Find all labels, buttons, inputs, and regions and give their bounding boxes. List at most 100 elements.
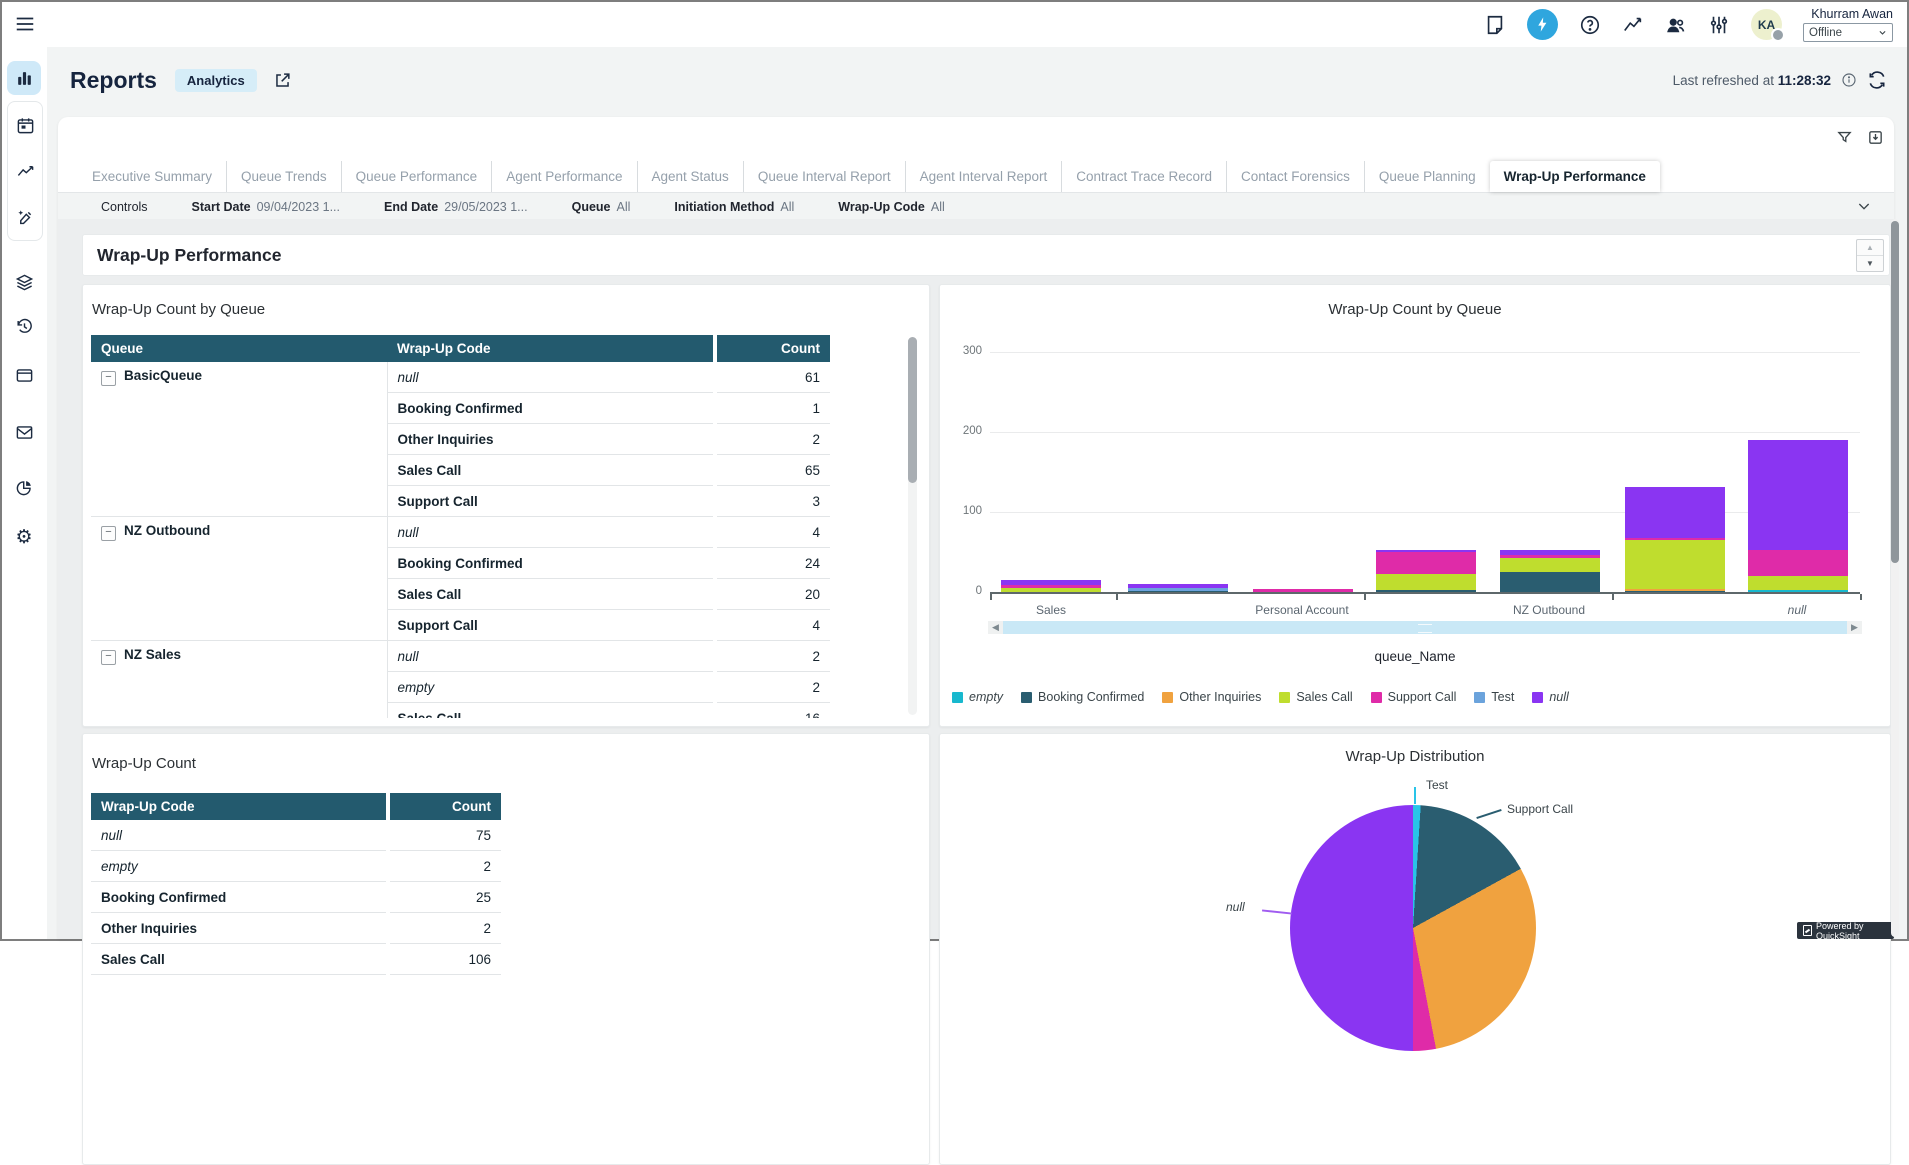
bar-segment[interactable] — [1625, 487, 1725, 538]
external-link-icon[interactable] — [273, 71, 292, 90]
bar-segment[interactable] — [1376, 552, 1476, 574]
legend-item[interactable]: null — [1532, 690, 1568, 704]
collapse-controls-icon[interactable] — [1856, 198, 1872, 214]
wrapup-code-cell[interactable]: Sales Call — [387, 579, 715, 610]
legend-item[interactable]: empty — [952, 690, 1003, 704]
wrapup-code-cell[interactable]: Booking Confirmed — [387, 393, 715, 424]
report-tab[interactable]: Wrap-Up Performance — [1490, 161, 1660, 192]
boost-icon[interactable] — [1527, 9, 1558, 40]
legend-item[interactable]: Booking Confirmed — [1021, 690, 1144, 704]
table-row[interactable]: Sales Call106 — [91, 944, 501, 975]
queue-cell[interactable]: −NZ Outbound — [91, 517, 387, 641]
wrapup-code-cell[interactable]: Booking Confirmed — [387, 548, 715, 579]
menu-icon[interactable] — [14, 13, 36, 35]
sidebar-item-trends[interactable] — [8, 154, 42, 188]
wrapup-code-cell[interactable]: empty — [387, 672, 715, 703]
control-filter[interactable]: Start Date 09/04/2023 1... — [192, 200, 340, 214]
report-tab[interactable]: Agent Interval Report — [905, 161, 1062, 192]
bar-segment[interactable] — [1500, 558, 1600, 572]
bar[interactable] — [1253, 589, 1353, 592]
sidebar-item-settings[interactable]: ⚙ — [7, 520, 41, 554]
column-header-count[interactable]: Count — [715, 335, 830, 362]
wrapup-code-cell[interactable]: Booking Confirmed — [91, 882, 388, 913]
bar-segment[interactable] — [1625, 591, 1725, 593]
column-header-count[interactable]: Count — [388, 793, 501, 820]
wrapup-code-cell[interactable]: Sales Call — [91, 944, 388, 975]
info-icon[interactable] — [1841, 72, 1857, 88]
table-row[interactable]: empty2 — [91, 851, 501, 882]
control-filter[interactable]: Queue All — [572, 200, 631, 214]
legend-item[interactable]: Sales Call — [1279, 690, 1352, 704]
count-cell[interactable]: 2 — [715, 672, 830, 703]
wrapup-code-cell[interactable]: Support Call — [387, 486, 715, 517]
count-cell[interactable]: 61 — [715, 362, 830, 393]
count-cell[interactable]: 4 — [715, 517, 830, 548]
bar-segment[interactable] — [1253, 589, 1353, 592]
count-cell[interactable]: 25 — [388, 882, 501, 913]
scrollbar-track[interactable] — [1003, 621, 1847, 634]
sidebar-item-schedule[interactable] — [8, 108, 42, 142]
filter-icon[interactable] — [1836, 129, 1853, 146]
wrapup-code-cell[interactable]: null — [387, 362, 715, 393]
count-cell[interactable]: 16 — [715, 703, 830, 719]
count-cell[interactable]: 4 — [715, 610, 830, 641]
table-scrollbar-thumb[interactable] — [908, 337, 917, 483]
bar-segment[interactable] — [1376, 574, 1476, 590]
bar-segment[interactable] — [1748, 440, 1848, 550]
report-tab[interactable]: Agent Performance — [491, 161, 636, 192]
count-cell[interactable]: 75 — [388, 820, 501, 851]
bar-segment[interactable] — [1500, 572, 1600, 592]
sidebar-item-distribution[interactable] — [7, 470, 41, 504]
count-cell[interactable]: 106 — [388, 944, 501, 975]
wrapup-code-cell[interactable]: Sales Call — [387, 455, 715, 486]
report-tab[interactable]: Contract Trace Record — [1061, 161, 1226, 192]
table-row[interactable]: Other Inquiries2 — [91, 913, 501, 944]
report-tab[interactable]: Executive Summary — [78, 161, 226, 192]
sidebar-item-layers[interactable] — [7, 265, 41, 299]
collapse-icon[interactable]: − — [101, 526, 116, 541]
bar-segment[interactable] — [1376, 590, 1476, 592]
wrapup-code-cell[interactable]: null — [91, 820, 388, 851]
report-tab[interactable]: Queue Planning — [1364, 161, 1490, 192]
column-header-queue[interactable]: Queue — [91, 335, 387, 362]
bar[interactable] — [1500, 550, 1600, 592]
directory-icon[interactable] — [1665, 14, 1687, 36]
count-cell[interactable]: 2 — [715, 424, 830, 455]
legend-item[interactable]: Other Inquiries — [1162, 690, 1261, 704]
wrapup-code-cell[interactable]: Sales Call — [387, 703, 715, 719]
legend-item[interactable]: Test — [1474, 690, 1514, 704]
legend-item[interactable]: Support Call — [1371, 690, 1457, 704]
sidebar-item-reports[interactable] — [7, 61, 41, 95]
refresh-icon[interactable] — [1867, 70, 1887, 90]
bar[interactable] — [1376, 550, 1476, 592]
agent-status-select[interactable]: Offline — [1803, 23, 1893, 42]
count-cell[interactable]: 1 — [715, 393, 830, 424]
page-scrollbar[interactable] — [1891, 219, 1899, 937]
page-scrollbar-thumb[interactable] — [1891, 221, 1899, 563]
wrapup-code-cell[interactable]: Other Inquiries — [387, 424, 715, 455]
report-tab[interactable]: Agent Status — [637, 161, 743, 192]
count-cell[interactable]: 2 — [388, 913, 501, 944]
collapse-icon[interactable]: − — [101, 371, 116, 386]
bar-segment[interactable] — [1748, 576, 1848, 590]
count-cell[interactable]: 3 — [715, 486, 830, 517]
pie[interactable] — [1290, 805, 1536, 1051]
wrapup-code-cell[interactable]: null — [387, 517, 715, 548]
queue-cell[interactable]: −NZ Sales — [91, 641, 387, 719]
bar-segment[interactable] — [1625, 540, 1725, 589]
control-filter[interactable]: End Date 29/05/2023 1... — [384, 200, 528, 214]
scroll-right-icon[interactable]: ▶ — [1847, 621, 1862, 634]
control-filter[interactable]: Initiation Method All — [674, 200, 794, 214]
wrapup-code-cell[interactable]: null — [387, 641, 715, 672]
notepad-icon[interactable] — [1484, 14, 1506, 36]
column-header-wrapup-code[interactable]: Wrap-Up Code — [91, 793, 388, 820]
sidebar-item-annotate[interactable] — [8, 200, 42, 234]
control-filter[interactable]: Wrap-Up Code All — [838, 200, 944, 214]
wrapup-code-cell[interactable]: empty — [91, 851, 388, 882]
count-cell[interactable]: 2 — [715, 641, 830, 672]
scroll-left-icon[interactable]: ◀ — [988, 621, 1003, 634]
export-icon[interactable] — [1867, 129, 1884, 146]
wrapup-code-cell[interactable]: Other Inquiries — [91, 913, 388, 944]
sidebar-item-email[interactable] — [7, 415, 41, 449]
settings-sliders-icon[interactable] — [1708, 14, 1730, 36]
